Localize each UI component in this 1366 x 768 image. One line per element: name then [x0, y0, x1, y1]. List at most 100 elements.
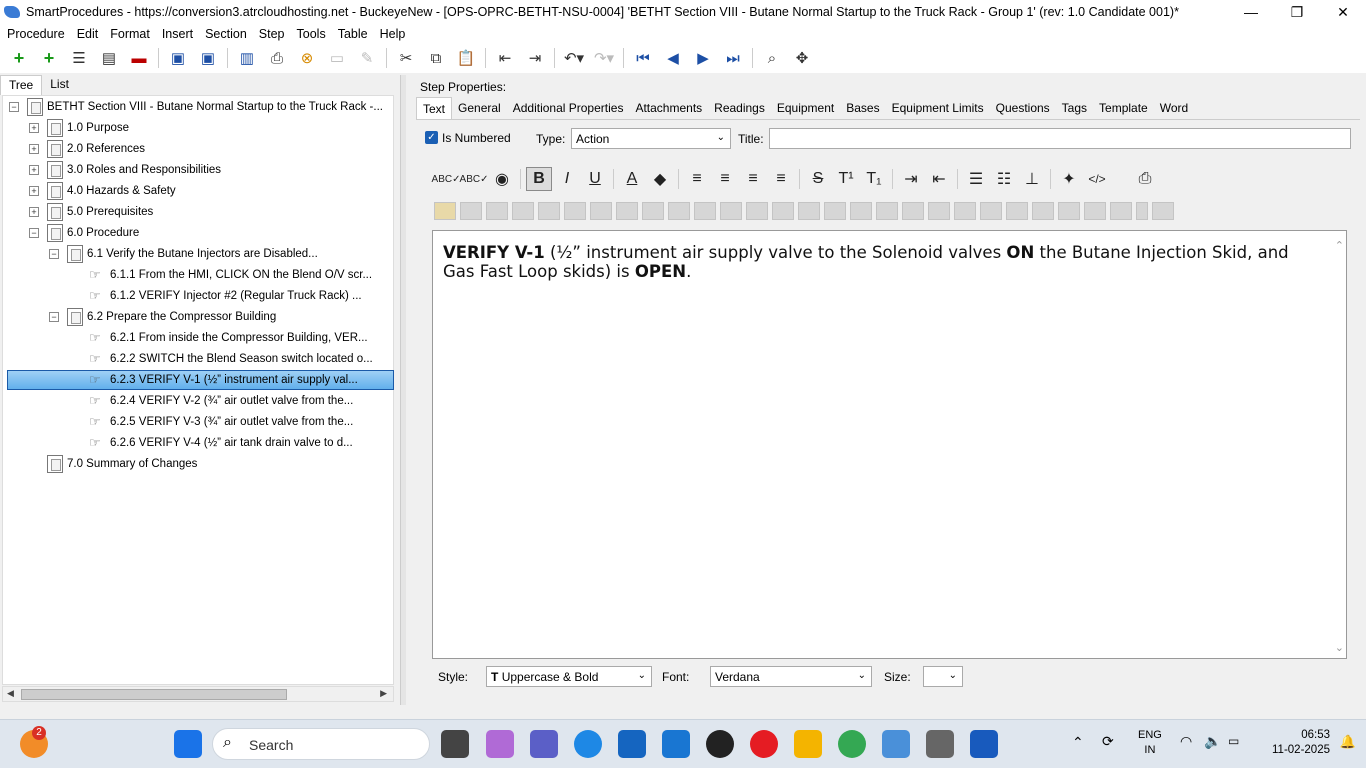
table-tool-icon[interactable]: [590, 202, 612, 220]
opera-icon[interactable]: [750, 730, 778, 758]
step-text-editor[interactable]: VERIFY V-1 (½” instrument air supply val…: [432, 230, 1347, 659]
cut-icon[interactable]: ✂: [394, 46, 418, 70]
menu-section[interactable]: Section: [205, 27, 247, 41]
tree-node-6-2-2[interactable]: ☞ 6.2.2 SWITCH the Blend Season switch lo…: [89, 349, 373, 369]
align-left-icon[interactable]: ≡: [684, 167, 710, 191]
table-tool-icon[interactable]: [980, 202, 1002, 220]
print-icon[interactable]: ⎙: [265, 46, 289, 70]
first-icon[interactable]: ⏮: [631, 46, 655, 70]
tab-tags[interactable]: Tags: [1056, 97, 1093, 119]
tab-general[interactable]: General: [452, 97, 507, 119]
remove-icon[interactable]: ▬: [127, 46, 151, 70]
add-child-icon[interactable]: +: [37, 46, 61, 70]
save-all-icon[interactable]: ▣: [196, 46, 220, 70]
minimize-button[interactable]: —: [1228, 0, 1274, 24]
table-tool-icon[interactable]: [1136, 202, 1148, 220]
scroll-left-icon[interactable]: ◀: [7, 688, 14, 699]
tree-node-6-1-1[interactable]: ☞ 6.1.1 From the HMI, CLICK ON the Blend …: [89, 265, 372, 285]
magic-wand-icon[interactable]: ✦: [1056, 167, 1082, 191]
wifi-icon[interactable]: ◠: [1180, 733, 1192, 750]
task-view-icon[interactable]: [441, 730, 469, 758]
word-icon[interactable]: [970, 730, 998, 758]
collapse-icon[interactable]: −: [49, 312, 59, 322]
tree-node-6-1[interactable]: − 6.1 Verify the Butane Injectors are Dis…: [49, 244, 318, 264]
add-icon[interactable]: +: [7, 46, 31, 70]
table-tool-icon[interactable]: [616, 202, 638, 220]
menu-edit[interactable]: Edit: [77, 27, 99, 41]
last-icon[interactable]: ⏭: [721, 46, 745, 70]
tree-node-3-0[interactable]: +3.0 Roles and Responsibilities: [29, 160, 221, 180]
save-icon[interactable]: ▣: [166, 46, 190, 70]
align-right-icon[interactable]: ≡: [740, 167, 766, 191]
table-tool-icon[interactable]: [1058, 202, 1080, 220]
superscript-icon[interactable]: T¹: [833, 167, 859, 191]
insert-table-icon[interactable]: [434, 202, 456, 220]
spellcheck-icon[interactable]: ABC✓: [432, 167, 461, 191]
dell-icon[interactable]: [706, 730, 734, 758]
table-tool-icon[interactable]: [928, 202, 950, 220]
table-tool-icon[interactable]: [460, 202, 482, 220]
increase-indent-icon[interactable]: ⇥: [898, 167, 924, 191]
table-tool-icon[interactable]: [694, 202, 716, 220]
scroll-right-icon[interactable]: ▶: [380, 688, 387, 699]
font-color-wheel-icon[interactable]: ◉: [489, 167, 515, 191]
table-tool-icon[interactable]: [538, 202, 560, 220]
smartprocedures-icon[interactable]: [882, 730, 910, 758]
table-tool-icon[interactable]: [564, 202, 586, 220]
outdent-icon[interactable]: ⇤: [493, 46, 517, 70]
tree-node-6-0[interactable]: − 6.0 Procedure: [29, 223, 139, 243]
tree-node-6-2[interactable]: − 6.2 Prepare the Compressor Building: [49, 307, 276, 327]
remote-desktop-icon[interactable]: [662, 730, 690, 758]
table-tool-icon[interactable]: [720, 202, 742, 220]
list-icon[interactable]: ☰: [67, 46, 91, 70]
edge-icon[interactable]: [574, 730, 602, 758]
teams-icon[interactable]: [530, 730, 558, 758]
volume-icon[interactable]: 🔈: [1204, 733, 1221, 750]
spellcheck-all-icon[interactable]: ABC✓: [460, 167, 489, 191]
table-tool-icon[interactable]: [798, 202, 820, 220]
tree-node-6-2-3-selected[interactable]: ☞ 6.2.3 VERIFY V-1 (½” instrument air sup…: [7, 370, 394, 390]
indent-icon[interactable]: ⇥: [523, 46, 547, 70]
html-code-icon[interactable]: </>: [1084, 167, 1110, 191]
chrome-icon[interactable]: [838, 730, 866, 758]
table-tool-icon[interactable]: [512, 202, 534, 220]
underline-icon[interactable]: U: [582, 167, 608, 191]
type-select[interactable]: Action ⌄: [571, 128, 731, 149]
tab-text[interactable]: Text: [416, 97, 453, 119]
tree-node-7-0[interactable]: 7.0 Summary of Changes: [47, 454, 197, 474]
highlight-icon[interactable]: ◆: [647, 167, 673, 191]
tree-node-5-0[interactable]: +5.0 Prerequisites: [29, 202, 153, 222]
menu-help[interactable]: Help: [380, 27, 406, 41]
collapse-icon[interactable]: −: [9, 102, 19, 112]
expand-icon[interactable]: +: [29, 165, 39, 175]
restore-button[interactable]: ❐: [1274, 0, 1320, 24]
store-icon[interactable]: [618, 730, 646, 758]
close-button[interactable]: ✕: [1320, 0, 1366, 24]
previous-icon[interactable]: ◀: [661, 46, 685, 70]
expand-icon[interactable]: +: [29, 207, 39, 217]
table-tool-icon[interactable]: [876, 202, 898, 220]
title-input[interactable]: [769, 128, 1351, 149]
scroll-thumb[interactable]: [21, 689, 287, 700]
tree-node-4-0[interactable]: +4.0 Hazards & Safety: [29, 181, 176, 201]
tree-node-root[interactable]: − BETHT Section VIII - Butane Normal Star…: [9, 97, 383, 117]
start-icon[interactable]: [174, 730, 202, 758]
pane-splitter[interactable]: [400, 75, 406, 705]
expand-icon[interactable]: +: [29, 144, 39, 154]
tab-list[interactable]: List: [42, 75, 77, 95]
table-tool-icon[interactable]: [746, 202, 768, 220]
form-icon[interactable]: ▭: [325, 46, 349, 70]
strikethrough-icon[interactable]: S: [805, 167, 831, 191]
scroll-down-icon[interactable]: ⌄: [1335, 641, 1344, 654]
text-color-icon[interactable]: A: [619, 167, 645, 191]
tab-word[interactable]: Word: [1154, 97, 1194, 119]
redo-icon[interactable]: ↷▾: [592, 46, 616, 70]
align-center-icon[interactable]: ≡: [712, 167, 738, 191]
menu-table[interactable]: Table: [338, 27, 368, 41]
copilot-icon[interactable]: [486, 730, 514, 758]
export-icon[interactable]: ▥: [235, 46, 259, 70]
link-icon[interactable]: ⊗: [295, 46, 319, 70]
tree-node-6-1-2[interactable]: ☞ 6.1.2 VERIFY Injector #2 (Regular Truck…: [89, 286, 362, 306]
tree-node-6-2-4[interactable]: ☞ 6.2.4 VERIFY V-2 (¾” air outlet valve f…: [89, 391, 353, 411]
menu-step[interactable]: Step: [259, 27, 285, 41]
